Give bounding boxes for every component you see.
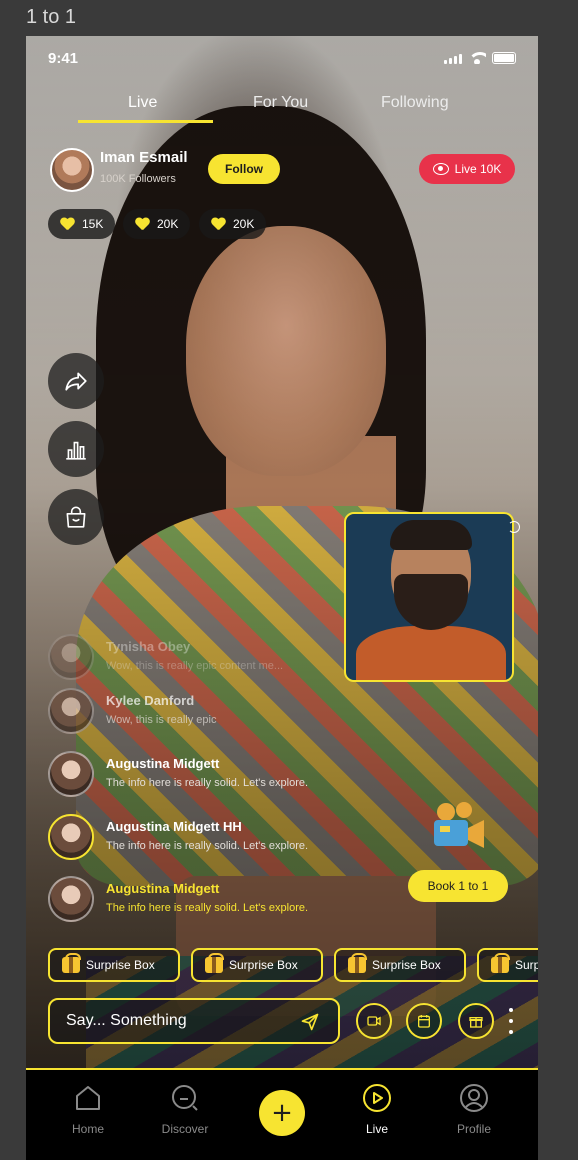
likes-pill[interactable]: 20K [199, 209, 267, 239]
wifi-icon [468, 52, 486, 64]
profile-icon [460, 1084, 488, 1112]
gift-box-icon [205, 953, 224, 973]
book-1to1-button[interactable]: Book 1 to 1 [408, 870, 508, 902]
comment-author: Augustina Midgett [106, 756, 220, 771]
eye-icon [432, 163, 449, 175]
video-call-button[interactable] [356, 1003, 392, 1039]
plus-icon: + [271, 1098, 293, 1128]
avatar[interactable] [48, 751, 94, 797]
send-icon[interactable] [300, 1012, 320, 1032]
comment-item: Augustina Midgett The info here is reall… [48, 876, 368, 926]
heart-icon [60, 218, 75, 231]
schedule-button[interactable] [406, 1003, 442, 1039]
bottom-navigation: Home Discover + Live Profile [26, 1068, 538, 1160]
discover-icon [172, 1085, 198, 1111]
surprise-box-chip[interactable]: Surprise Box [334, 948, 466, 982]
active-tab-indicator [78, 120, 213, 123]
comment-text: Wow, this is really epic [106, 714, 217, 726]
comment-text: The info here is really solid. Let's exp… [106, 777, 309, 789]
video-call-icon [367, 1016, 381, 1026]
gift-box-icon [491, 953, 510, 973]
surprise-box-label: Surprise Box [86, 958, 155, 972]
comment-text: Wow, this is really epic content me... [106, 660, 284, 672]
surprise-box-label: Surprise Box [372, 958, 441, 972]
avatar[interactable] [48, 688, 94, 734]
status-bar: 9:41 [26, 36, 538, 80]
surprise-box-chip[interactable]: Surprise Box [191, 948, 323, 982]
comment-author: Augustina Midgett HH [106, 819, 242, 834]
likes-count: 15K [82, 217, 104, 231]
leaderboard-button[interactable] [48, 421, 104, 477]
nav-home[interactable]: Home [48, 1082, 128, 1136]
surprise-box-chip[interactable]: Surprise Box [48, 948, 180, 982]
follow-button[interactable]: Follow [208, 154, 280, 184]
avatar[interactable] [48, 814, 94, 860]
shop-button[interactable] [48, 489, 104, 545]
status-time: 9:41 [48, 50, 79, 67]
more-options-icon[interactable] [508, 1008, 514, 1034]
nav-home-label: Home [71, 1122, 104, 1136]
shop-bag-icon [66, 506, 86, 528]
comment-item: Augustina Midgett HH The info here is re… [48, 814, 368, 864]
comment-input[interactable] [48, 998, 340, 1044]
comment-text: The info here is really solid. Let's exp… [106, 902, 309, 914]
surprise-box-chip[interactable]: Surprise Box [477, 948, 538, 982]
gift-box-icon [348, 953, 367, 973]
tab-for-you[interactable]: For You [253, 94, 308, 112]
calendar-icon [418, 1015, 430, 1028]
nav-live-label: Live [365, 1122, 388, 1136]
tab-live[interactable]: Live [128, 94, 157, 112]
comment-text: The info here is really solid. Let's exp… [106, 840, 309, 852]
create-live-button[interactable]: + [259, 1090, 305, 1136]
avatar[interactable] [48, 634, 94, 680]
movie-camera-icon [434, 802, 484, 848]
likes-pill[interactable]: 20K [123, 209, 191, 239]
comment-item: Kylee Danford Wow, this is really epic [48, 688, 368, 738]
comment-item: Augustina Midgett The info here is reall… [48, 751, 368, 801]
live-viewers-label: Live 10K [454, 162, 502, 176]
switch-camera-icon[interactable] [508, 521, 520, 533]
gift-box-icon [469, 1017, 483, 1028]
leaderboard-icon [66, 441, 86, 460]
avatar[interactable] [48, 876, 94, 922]
cohost-video[interactable] [344, 512, 514, 682]
nav-profile-label: Profile [456, 1122, 491, 1136]
share-icon [65, 372, 87, 391]
share-button[interactable] [48, 353, 104, 409]
nav-discover-label: Discover [161, 1122, 209, 1136]
surprise-box-label: Surprise Box [229, 958, 298, 972]
home-icon [76, 1086, 100, 1110]
nav-discover[interactable]: Discover [145, 1082, 225, 1136]
host-followers: 100K Followers [100, 173, 176, 185]
likes-pill[interactable]: 15K [48, 209, 116, 239]
live-stream-screen: 9:41 Live For You Following Iman Esmail … [26, 36, 538, 1160]
tab-following[interactable]: Following [381, 94, 449, 112]
live-viewers-badge[interactable]: Live 10K [419, 154, 515, 184]
heart-icon [211, 218, 226, 231]
nav-live[interactable]: Live [337, 1082, 417, 1136]
live-icon [363, 1084, 391, 1112]
comment-author: Tynisha Obey [106, 639, 191, 654]
host-avatar[interactable] [50, 148, 94, 192]
gift-button[interactable] [458, 1003, 494, 1039]
frame-label: 1 to 1 [26, 6, 77, 28]
likes-count: 20K [233, 217, 255, 231]
comment-author: Kylee Danford [106, 693, 195, 708]
likes-count: 20K [157, 217, 179, 231]
battery-icon [492, 52, 516, 64]
surprise-box-label: Surprise Box [515, 958, 538, 972]
comment-author: Augustina Midgett [106, 881, 220, 896]
host-name[interactable]: Iman Esmail [100, 149, 188, 166]
heart-icon [135, 218, 150, 231]
gift-box-icon [62, 953, 81, 973]
comment-item: Tynisha Obey Wow, this is really epic co… [48, 634, 368, 684]
cellular-signal-icon [444, 54, 462, 64]
nav-profile[interactable]: Profile [434, 1082, 514, 1136]
